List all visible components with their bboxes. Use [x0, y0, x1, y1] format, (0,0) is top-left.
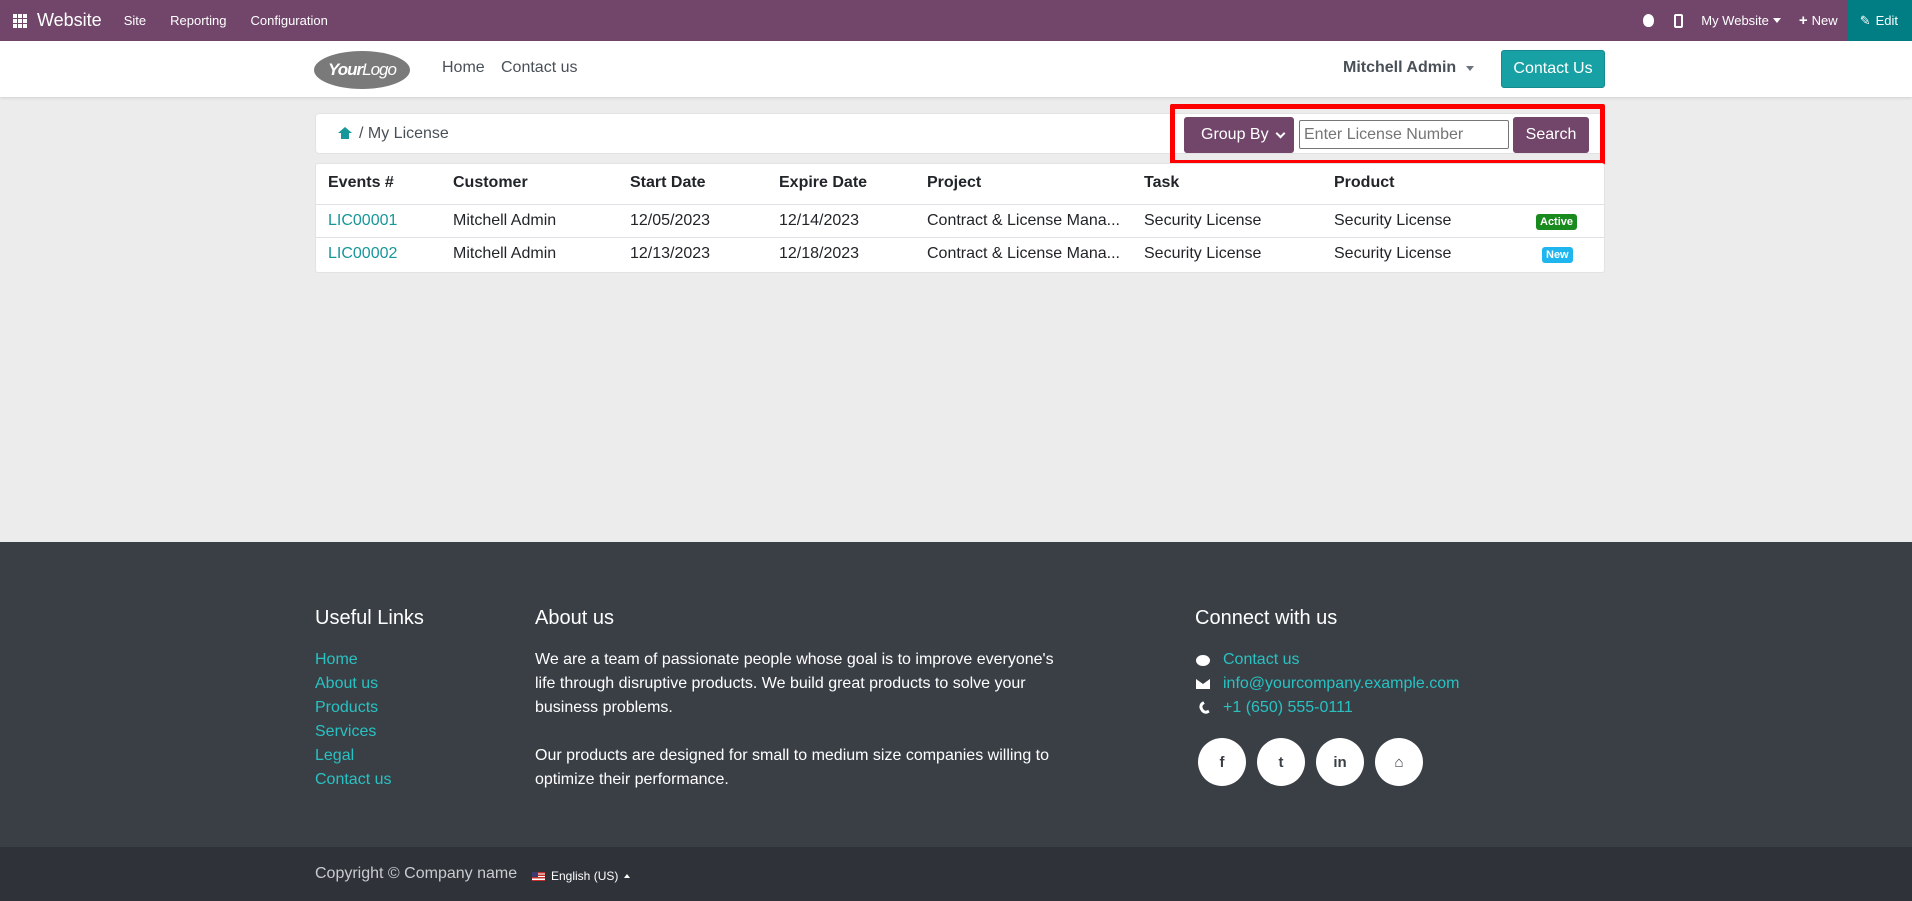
- connect-email[interactable]: info@yourcompany.example.com: [1195, 672, 1460, 696]
- mobile-icon: [1674, 13, 1684, 28]
- cell-project: Contract & License Mana...: [927, 245, 1120, 262]
- breadcrumb-current: / My License: [359, 125, 449, 142]
- cell-customer: Mitchell Admin: [453, 245, 557, 262]
- admin-navbar-right: My Website + New ✎ Edit: [1627, 0, 1912, 41]
- license-id-link[interactable]: LIC00002: [328, 245, 397, 263]
- column-header-task: Task: [1144, 174, 1180, 191]
- connect-phone[interactable]: +1 (650) 555-0111: [1195, 696, 1460, 720]
- about-paragraph-2: Our products are designed for small to m…: [535, 747, 1050, 788]
- nav-contact-us[interactable]: Contact us: [501, 59, 577, 77]
- cell-product: Security License: [1334, 212, 1452, 229]
- useful-links-title: Useful Links: [315, 607, 424, 629]
- column-header-start-date: Start Date: [630, 174, 706, 191]
- cell-task: Security License: [1144, 212, 1262, 229]
- phone-link[interactable]: +1 (650) 555-0111: [1223, 699, 1353, 717]
- edit-button[interactable]: ✎ Edit: [1847, 0, 1912, 41]
- home-icon[interactable]: [338, 127, 352, 140]
- connect-contact-link[interactable]: Contact us: [1223, 651, 1299, 669]
- cell-project: Contract & License Mana...: [927, 212, 1120, 229]
- group-by-select[interactable]: Group By: [1184, 117, 1294, 153]
- cell-start-date: 12/05/2023: [630, 212, 711, 229]
- us-flag-icon: [532, 871, 545, 881]
- copyright-bar: Copyright © Company name English (US): [0, 847, 1912, 901]
- linkedin-icon[interactable]: in: [1316, 738, 1364, 786]
- table-header-divider: [316, 204, 1604, 205]
- chevron-down-icon: [1275, 128, 1286, 138]
- website-selector[interactable]: My Website: [1701, 13, 1781, 28]
- facebook-icon[interactable]: f: [1198, 738, 1246, 786]
- apps-menu-icon[interactable]: [13, 13, 27, 28]
- column-header-customer: Customer: [453, 174, 528, 191]
- footer-link-legal[interactable]: Legal: [315, 744, 391, 768]
- connect-title: Connect with us: [1195, 607, 1338, 629]
- license-id-link[interactable]: LIC00001: [328, 212, 397, 230]
- caret-up-icon: [624, 874, 631, 878]
- phone-icon: [1195, 700, 1211, 716]
- new-button[interactable]: + New: [1799, 12, 1838, 29]
- column-header-events: Events #: [328, 174, 394, 191]
- pencil-icon: ✎: [1859, 12, 1871, 28]
- company-logo[interactable]: Your Logo: [314, 51, 410, 89]
- connect-list: Contact us info@yourcompany.example.com …: [1195, 648, 1460, 720]
- home-icon[interactable]: ⌂: [1375, 738, 1423, 786]
- status-badge: Active: [1536, 214, 1578, 230]
- plus-icon: +: [1798, 12, 1808, 29]
- about-paragraph-1: We are a team of passionate people whose…: [535, 651, 1054, 716]
- license-number-input[interactable]: [1299, 120, 1509, 149]
- cell-expire-date: 12/14/2023: [779, 212, 860, 229]
- search-button[interactable]: Search: [1513, 117, 1589, 153]
- caret-down-icon: [1772, 18, 1781, 23]
- about-us-title: About us: [535, 607, 614, 629]
- footer-link-contact-us[interactable]: Contact us: [315, 768, 391, 792]
- logo-text-light: Logo: [362, 60, 397, 79]
- website-selector-label: My Website: [1701, 13, 1769, 28]
- social-links: f t in ⌂: [1198, 738, 1423, 786]
- cell-start-date: 12/13/2023: [630, 245, 711, 262]
- menu-reporting[interactable]: Reporting: [170, 13, 226, 28]
- website-header: Your Logo Home Contact us Mitchell Admin …: [0, 41, 1912, 97]
- cell-product: Security License: [1334, 245, 1452, 262]
- table-row-divider: [316, 237, 1604, 238]
- nav-home[interactable]: Home: [442, 59, 485, 77]
- envelope-icon: [1195, 679, 1211, 689]
- email-link[interactable]: info@yourcompany.example.com: [1223, 675, 1460, 693]
- bug-icon: [1643, 14, 1655, 27]
- twitter-icon[interactable]: t: [1257, 738, 1305, 786]
- language-selector[interactable]: English (US): [532, 869, 631, 883]
- debug-button[interactable]: [1643, 14, 1655, 27]
- footer-link-about-us[interactable]: About us: [315, 672, 391, 696]
- license-table: Events # Customer Start Date Expire Date…: [315, 163, 1605, 273]
- column-header-product: Product: [1334, 174, 1395, 191]
- user-menu[interactable]: Mitchell Admin: [1343, 59, 1475, 77]
- group-by-label: Group By: [1201, 126, 1269, 143]
- user-name: Mitchell Admin: [1343, 59, 1457, 76]
- about-us-text: We are a team of passionate people whose…: [535, 648, 1075, 816]
- language-label: English (US): [551, 869, 619, 883]
- app-brand[interactable]: Website: [37, 10, 102, 31]
- new-label: New: [1811, 13, 1838, 28]
- footer-link-home[interactable]: Home: [315, 648, 391, 672]
- column-header-project: Project: [927, 174, 982, 191]
- cell-customer: Mitchell Admin: [453, 212, 557, 229]
- mobile-preview-button[interactable]: [1674, 13, 1684, 28]
- admin-navbar: Website Site Reporting Configuration My …: [0, 0, 1912, 41]
- status-badge: New: [1542, 247, 1573, 263]
- edit-label: Edit: [1875, 13, 1898, 28]
- footer-link-services[interactable]: Services: [315, 720, 391, 744]
- comment-icon: [1195, 654, 1211, 666]
- menu-site[interactable]: Site: [124, 13, 146, 28]
- caret-down-icon: [1466, 65, 1475, 71]
- cell-expire-date: 12/18/2023: [779, 245, 860, 262]
- logo-text-main: Your: [328, 60, 363, 79]
- menu-configuration[interactable]: Configuration: [250, 13, 327, 28]
- site-footer: Useful Links About us Connect with us Ho…: [0, 542, 1912, 847]
- contact-us-button[interactable]: Contact Us: [1501, 50, 1605, 88]
- copyright-text: Copyright © Company name: [315, 865, 518, 882]
- connect-contact-us[interactable]: Contact us: [1195, 648, 1460, 672]
- footer-link-products[interactable]: Products: [315, 696, 391, 720]
- useful-links-list: Home About us Products Services Legal Co…: [315, 648, 391, 792]
- column-header-expire-date: Expire Date: [779, 174, 868, 191]
- cell-task: Security License: [1144, 245, 1262, 262]
